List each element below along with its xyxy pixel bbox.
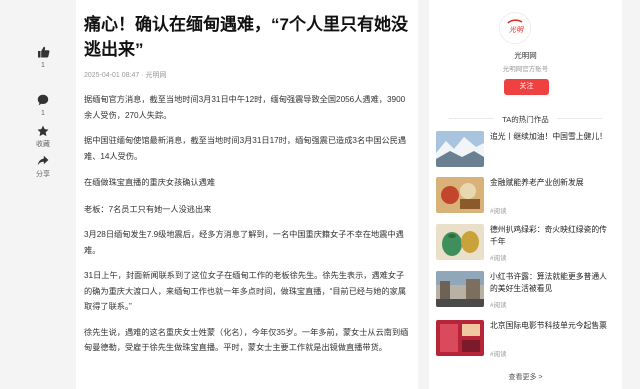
star-icon <box>37 125 49 137</box>
hot-item[interactable]: 小红书许露：算法就能更多普通人的美好生活被看见 #阅读 <box>436 271 616 311</box>
article-paragraph: 3月28日缅甸发生7.9级地震后，经多方消息了解到，一名中国重庆籍女子不幸在地震… <box>84 230 404 255</box>
hot-item-thumbnail <box>436 177 484 213</box>
author-sidebar: 光明 光明网 光明网官方账号 关注 TA的热门作品 追光丨继续加油！中国雪上健儿… <box>429 0 622 389</box>
hot-item-thumbnail <box>436 224 484 260</box>
author-avatar[interactable]: 光明 <box>499 12 531 44</box>
film-poster-icon <box>436 320 484 356</box>
comment-count: 1 <box>41 110 45 117</box>
hot-works-title: TA的热门作品 <box>502 115 549 124</box>
share-action[interactable]: 分享 <box>28 155 58 179</box>
author-description: 光明网官方账号 <box>502 66 549 73</box>
article-meta: 2025-04-01 08:47 · 光明网 <box>84 72 167 79</box>
guangming-logo-icon: 光明 <box>501 14 530 43</box>
author-name[interactable]: 光明网 <box>429 50 622 61</box>
hot-item-title: 德州扒鸡绿彩：奇火映红绿瓷的传千年 <box>490 225 607 246</box>
hot-item-title: 小红书许露：算法就能更多普通人的美好生活被看见 <box>490 272 607 293</box>
share-icon <box>37 155 49 166</box>
hot-item-views: #阅读 <box>490 351 507 358</box>
hot-item-title: 北京国际电影节科技单元今起售票 <box>490 321 607 330</box>
hot-item-views: #阅读 <box>490 302 507 309</box>
article-body: 痛心！确认在缅甸遇难，“7个人里只有她没逃出来” 2025-04-01 08:4… <box>76 0 418 389</box>
street-image-icon <box>436 271 484 307</box>
hot-item[interactable]: 德州扒鸡绿彩：奇火映红绿瓷的传千年 #阅读 <box>436 224 616 264</box>
hot-item-title: 金融赋能养老产业创新发展 <box>490 178 584 187</box>
comment-icon <box>37 94 49 106</box>
share-label: 分享 <box>36 171 50 178</box>
article-title: 痛心！确认在缅甸遇难，“7个人里只有她没逃出来” <box>84 15 408 59</box>
ceramic-image-icon <box>436 224 484 260</box>
like-count: 1 <box>41 62 45 69</box>
hot-item-thumbnail <box>436 131 484 167</box>
divider <box>557 118 602 119</box>
hot-item[interactable]: 金融赋能养老产业创新发展 #阅读 <box>436 177 616 217</box>
article-paragraph: 据中国驻缅甸使馆最新消息，截至当地时间3月31日17时，缅甸强震已造成3名中国公… <box>84 136 407 161</box>
hot-item-views: #阅读 <box>490 208 507 215</box>
comment-action[interactable]: 1 <box>28 94 58 118</box>
hot-item[interactable]: 北京国际电影节科技单元今起售票 #阅读 <box>436 320 616 360</box>
thumbs-up-icon <box>37 46 49 58</box>
article-paragraph: 31日上午，封面新闻联系到了这位女子在缅甸工作的老板徐先生。徐先生表示，遇难女子… <box>84 271 407 311</box>
hot-item-thumbnail <box>436 271 484 307</box>
like-action[interactable]: 1 <box>28 46 58 70</box>
food-image-icon <box>436 177 484 213</box>
hot-item[interactable]: 追光丨继续加油！中国雪上健儿！ <box>436 131 616 171</box>
follow-button[interactable]: 关注 <box>504 79 549 95</box>
hot-item-thumbnail <box>436 320 484 356</box>
hot-item-title: 追光丨继续加油！中国雪上健儿！ <box>490 132 607 141</box>
action-rail: 1 1 收藏 分享 <box>0 0 76 389</box>
favorite-label: 收藏 <box>36 141 50 148</box>
article-paragraph: 据缅甸官方消息，截至当地时间3月31日中午12时，缅甸强震导致全国2056人遇难… <box>84 95 406 120</box>
hot-item-views: #阅读 <box>490 255 507 262</box>
svg-text:光明: 光明 <box>509 26 524 34</box>
article-subheading: 老板：7名员工只有她一人没逃出来 <box>84 204 212 214</box>
view-more-link[interactable]: 查看更多 > <box>429 372 622 382</box>
favorite-action[interactable]: 收藏 <box>28 125 58 149</box>
article-paragraph: 徐先生说，遇难的这名重庆女士姓蒙（化名），今年仅35岁。一年多前，蒙女士从云南到… <box>84 327 409 353</box>
snow-mountain-icon <box>436 131 484 167</box>
article-subheading: 在缅做珠宝直播的重庆女孩确认遇难 <box>84 178 216 187</box>
